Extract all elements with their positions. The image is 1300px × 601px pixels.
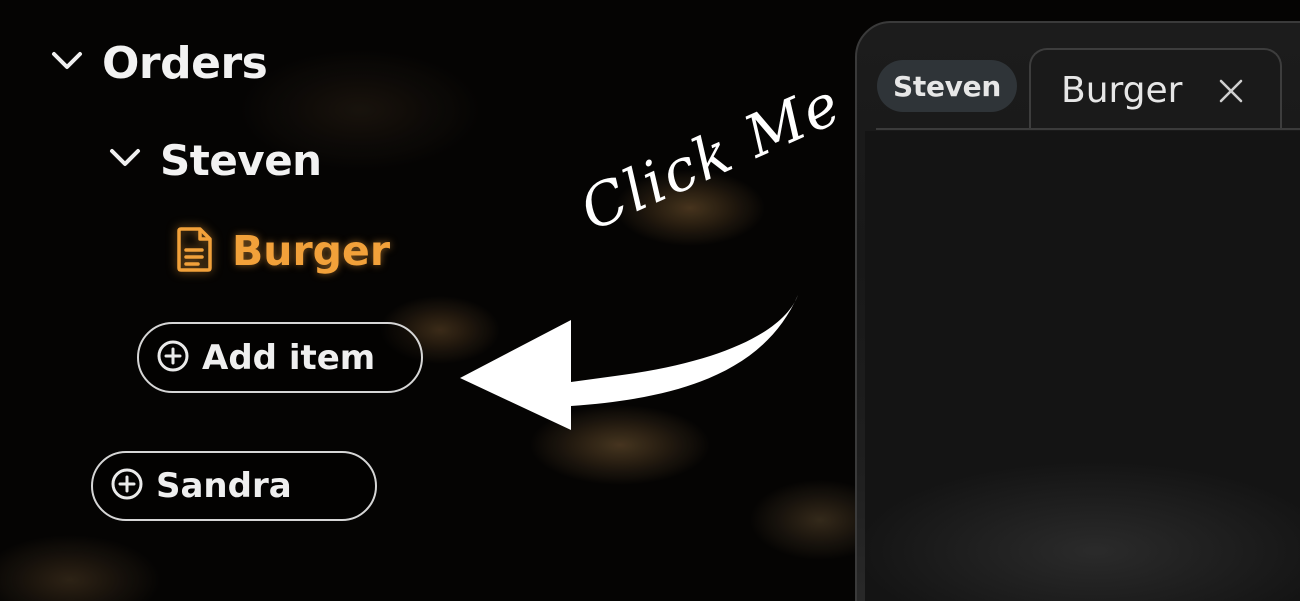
tab-label: Burger (1061, 69, 1183, 111)
user-chip-label: Steven (893, 69, 1001, 103)
add-sandra-button[interactable]: Sandra (91, 451, 377, 521)
user-chip[interactable]: Steven (877, 60, 1017, 112)
sandra-label: Sandra (156, 466, 292, 506)
tree-node-orders[interactable]: Orders (50, 36, 268, 90)
click-me-annotation: Click Me (570, 69, 852, 244)
tree-node-label: Steven (160, 135, 322, 185)
curved-arrow-icon (455, 290, 815, 444)
add-item-button[interactable]: Add item (137, 322, 423, 393)
tree-item-label: Burger (232, 227, 391, 275)
chevron-down-icon[interactable] (108, 147, 142, 173)
document-icon (176, 226, 214, 276)
plus-circle-icon (110, 467, 144, 505)
tree-node-label: Orders (102, 37, 268, 89)
add-item-label: Add item (202, 337, 376, 378)
tab-burger[interactable]: Burger (1029, 48, 1282, 130)
tree-item-burger[interactable]: Burger (176, 224, 390, 278)
chevron-down-icon[interactable] (50, 50, 84, 76)
editor-area (865, 131, 1300, 601)
close-icon[interactable] (1218, 78, 1244, 108)
tab-strip-divider (876, 128, 1300, 130)
tree-node-steven[interactable]: Steven (108, 134, 322, 186)
plus-circle-icon (156, 339, 190, 377)
